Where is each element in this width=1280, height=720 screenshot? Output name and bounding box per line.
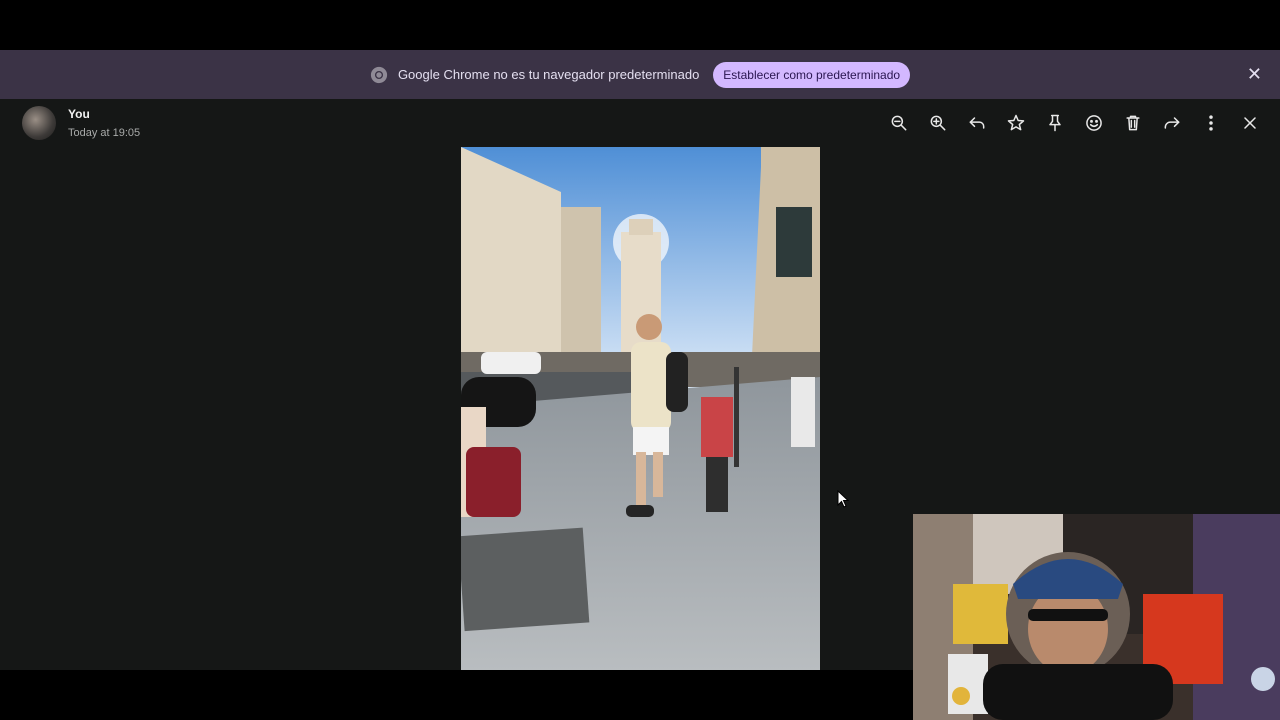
webcam-illustration [913, 514, 1280, 720]
star-icon[interactable] [1004, 111, 1028, 135]
default-browser-infobar: Google Chrome no es tu navegador predete… [0, 50, 1280, 99]
delete-icon[interactable] [1121, 111, 1145, 135]
infobar-close-icon[interactable]: ✕ [1247, 65, 1262, 83]
more-icon[interactable] [1199, 111, 1223, 135]
set-default-button[interactable]: Establecer como predeterminado [713, 61, 911, 88]
browser-top-area [0, 0, 1280, 50]
message-timestamp: Today at 19:05 [68, 127, 141, 139]
avatar[interactable] [22, 106, 56, 140]
reply-icon[interactable] [965, 111, 989, 135]
forward-icon[interactable] [1160, 111, 1184, 135]
pin-icon[interactable] [1043, 111, 1067, 135]
zoom-out-icon[interactable] [887, 111, 911, 135]
emoji-icon[interactable] [1082, 111, 1106, 135]
chrome-logo-icon [370, 66, 388, 83]
author-name[interactable]: You [68, 107, 140, 121]
close-icon[interactable] [1238, 111, 1262, 135]
infobar-message: Google Chrome no es tu navegador predete… [397, 67, 700, 82]
author-info: You Today at 19:05 [22, 106, 140, 140]
street-photo[interactable] [461, 147, 820, 670]
street-photo-illustration [461, 147, 820, 670]
webcam-overlay [913, 514, 1280, 720]
mouse-cursor-icon [837, 490, 849, 508]
zoom-in-icon[interactable] [926, 111, 950, 135]
viewer-toolbar [887, 111, 1262, 135]
